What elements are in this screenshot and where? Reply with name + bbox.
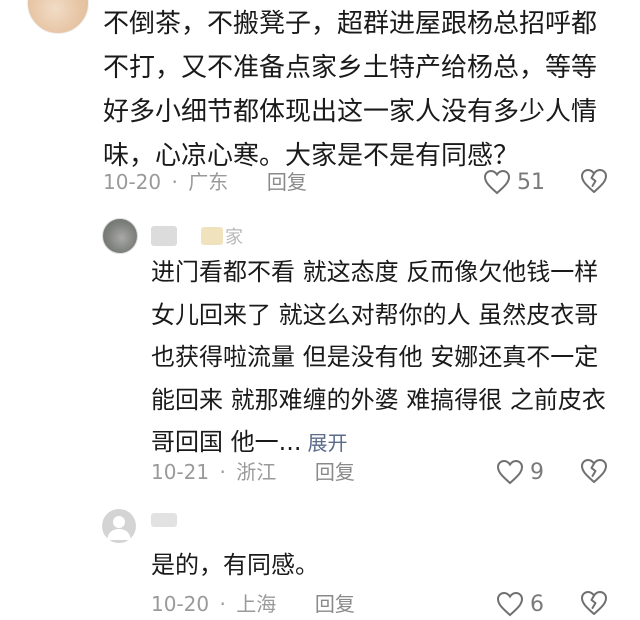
default-user-icon	[107, 516, 131, 540]
comment-location: 浙江	[236, 460, 277, 484]
broken-heart-icon	[581, 591, 607, 615]
username[interactable]	[151, 512, 177, 531]
avatar[interactable]	[102, 509, 136, 543]
username-redaction	[151, 226, 177, 246]
like-count: 6	[530, 591, 544, 617]
heart-icon	[496, 459, 524, 485]
meta-separator: ·	[219, 460, 226, 484]
avatar[interactable]	[102, 218, 138, 254]
comment-date: 10-20	[103, 170, 162, 194]
username-partial: 家	[225, 227, 243, 248]
like-button[interactable]: 6	[496, 588, 544, 620]
comment-text: 进门看都不看 就这态度 反而像欠他钱一样 女儿回来了 就这么对帮你的人 虽然皮衣…	[151, 251, 621, 465]
like-button[interactable]: 51	[483, 166, 545, 198]
avatar[interactable]	[27, 0, 89, 34]
reply-button[interactable]: 回复	[315, 460, 355, 484]
comment-meta: 10-20 · 广东 回复	[103, 168, 307, 196]
expand-link[interactable]: 展开	[308, 431, 348, 455]
username-redaction	[151, 513, 177, 527]
comment-text: 不倒茶，不搬凳子，超群进屋跟杨总招呼都不打，又不准备点家乡土特产给杨总，等等好多…	[103, 9, 598, 171]
heart-icon	[483, 169, 511, 195]
comment-date: 10-21	[151, 460, 210, 484]
username-redaction	[201, 227, 223, 245]
reply-button[interactable]: 回复	[315, 592, 355, 616]
comment-meta: 10-21 · 浙江 回复	[151, 458, 355, 486]
meta-separator: ·	[219, 592, 226, 616]
comment-meta: 10-20 · 上海 回复	[151, 590, 355, 618]
comment-location: 广东	[188, 170, 229, 194]
dislike-button[interactable]	[580, 458, 608, 488]
reply-button[interactable]: 回复	[267, 170, 307, 194]
dislike-button[interactable]	[580, 168, 608, 198]
meta-separator: ·	[171, 170, 178, 194]
like-count: 51	[517, 169, 545, 195]
username[interactable]: 家	[151, 224, 243, 248]
broken-heart-icon	[581, 459, 607, 483]
comment-text: 是的，有同感。	[151, 551, 319, 579]
comment-body: 进门看都不看 就这态度 反而像欠他钱一样 女儿回来了 就这么对帮你的人 虽然皮衣…	[151, 258, 606, 456]
comment-location: 上海	[236, 592, 277, 616]
dislike-button[interactable]	[580, 590, 608, 620]
comment-date: 10-20	[151, 592, 210, 616]
like-button[interactable]: 9	[496, 456, 544, 488]
heart-icon	[496, 591, 524, 617]
like-count: 9	[530, 459, 544, 485]
broken-heart-icon	[581, 169, 607, 193]
